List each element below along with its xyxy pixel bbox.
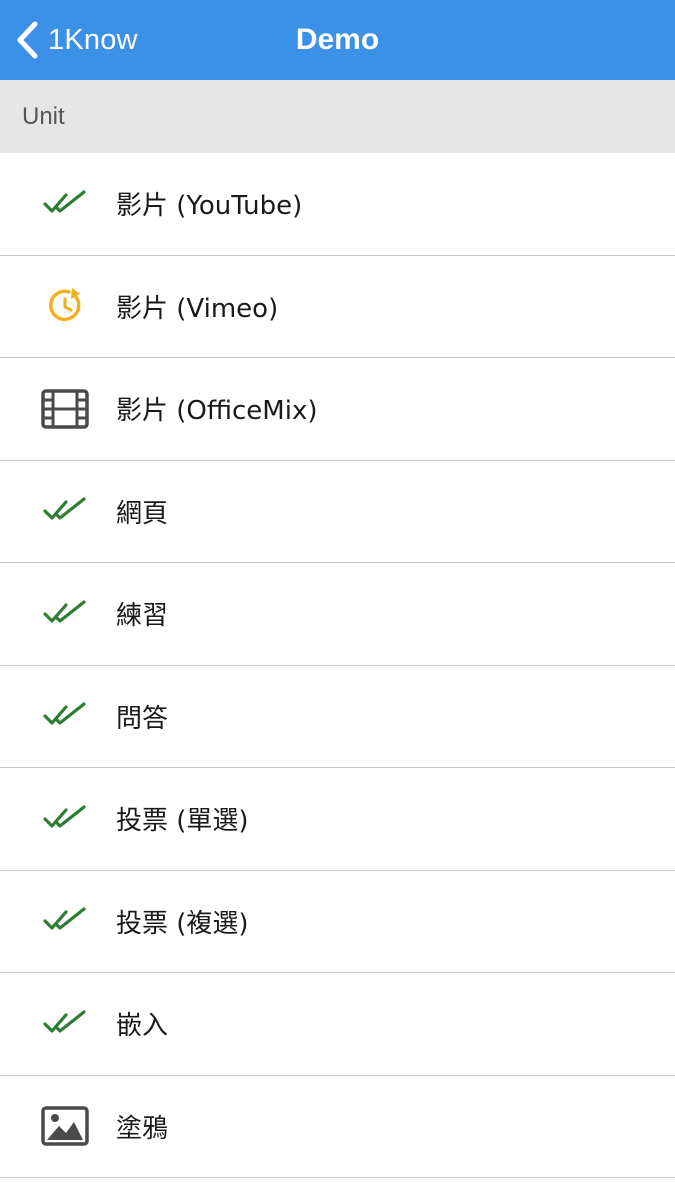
list-item[interactable]: 影片 (YouTube): [0, 153, 675, 256]
unit-item-list: 影片 (YouTube) 影片 (Vimeo) 影片 (OfficeMix) 網…: [0, 153, 675, 1178]
list-item[interactable]: 投票 (複選): [0, 871, 675, 973]
item-label: 投票 (複選): [116, 908, 249, 939]
list-item[interactable]: 問答: [0, 666, 675, 768]
item-label: 問答: [116, 703, 169, 734]
item-label: 塗鴉: [116, 1113, 169, 1144]
section-header: Unit: [0, 80, 675, 153]
list-item[interactable]: 練習: [0, 563, 675, 666]
item-label: 練習: [116, 601, 169, 632]
item-label: 影片 (Vimeo): [116, 293, 279, 324]
double-check-icon: [40, 896, 90, 946]
double-check-icon: [40, 999, 90, 1049]
double-check-icon: [40, 691, 90, 741]
double-check-icon: [40, 794, 90, 844]
film-icon: [40, 384, 90, 434]
navigation-bar: 1Know Demo: [0, 0, 675, 80]
item-label: 嵌入: [116, 1011, 169, 1042]
back-label: 1Know: [48, 23, 138, 56]
double-check-icon: [40, 486, 90, 536]
back-button[interactable]: 1Know: [0, 0, 138, 80]
list-item[interactable]: 嵌入: [0, 973, 675, 1076]
list-item[interactable]: 影片 (Vimeo): [0, 256, 675, 358]
item-label: 影片 (YouTube): [116, 191, 303, 222]
chevron-left-icon: [12, 20, 42, 60]
item-label: 投票 (單選): [116, 806, 249, 837]
list-item[interactable]: 投票 (單選): [0, 768, 675, 871]
list-item[interactable]: 塗鴉: [0, 1076, 675, 1178]
list-item[interactable]: 網頁: [0, 461, 675, 563]
clock-replay-icon: [40, 281, 90, 331]
image-icon: [40, 1101, 90, 1151]
double-check-icon: [40, 179, 90, 229]
list-item[interactable]: 影片 (OfficeMix): [0, 358, 675, 461]
item-label: 影片 (OfficeMix): [116, 396, 318, 427]
double-check-icon: [40, 589, 90, 639]
item-label: 網頁: [116, 498, 169, 529]
